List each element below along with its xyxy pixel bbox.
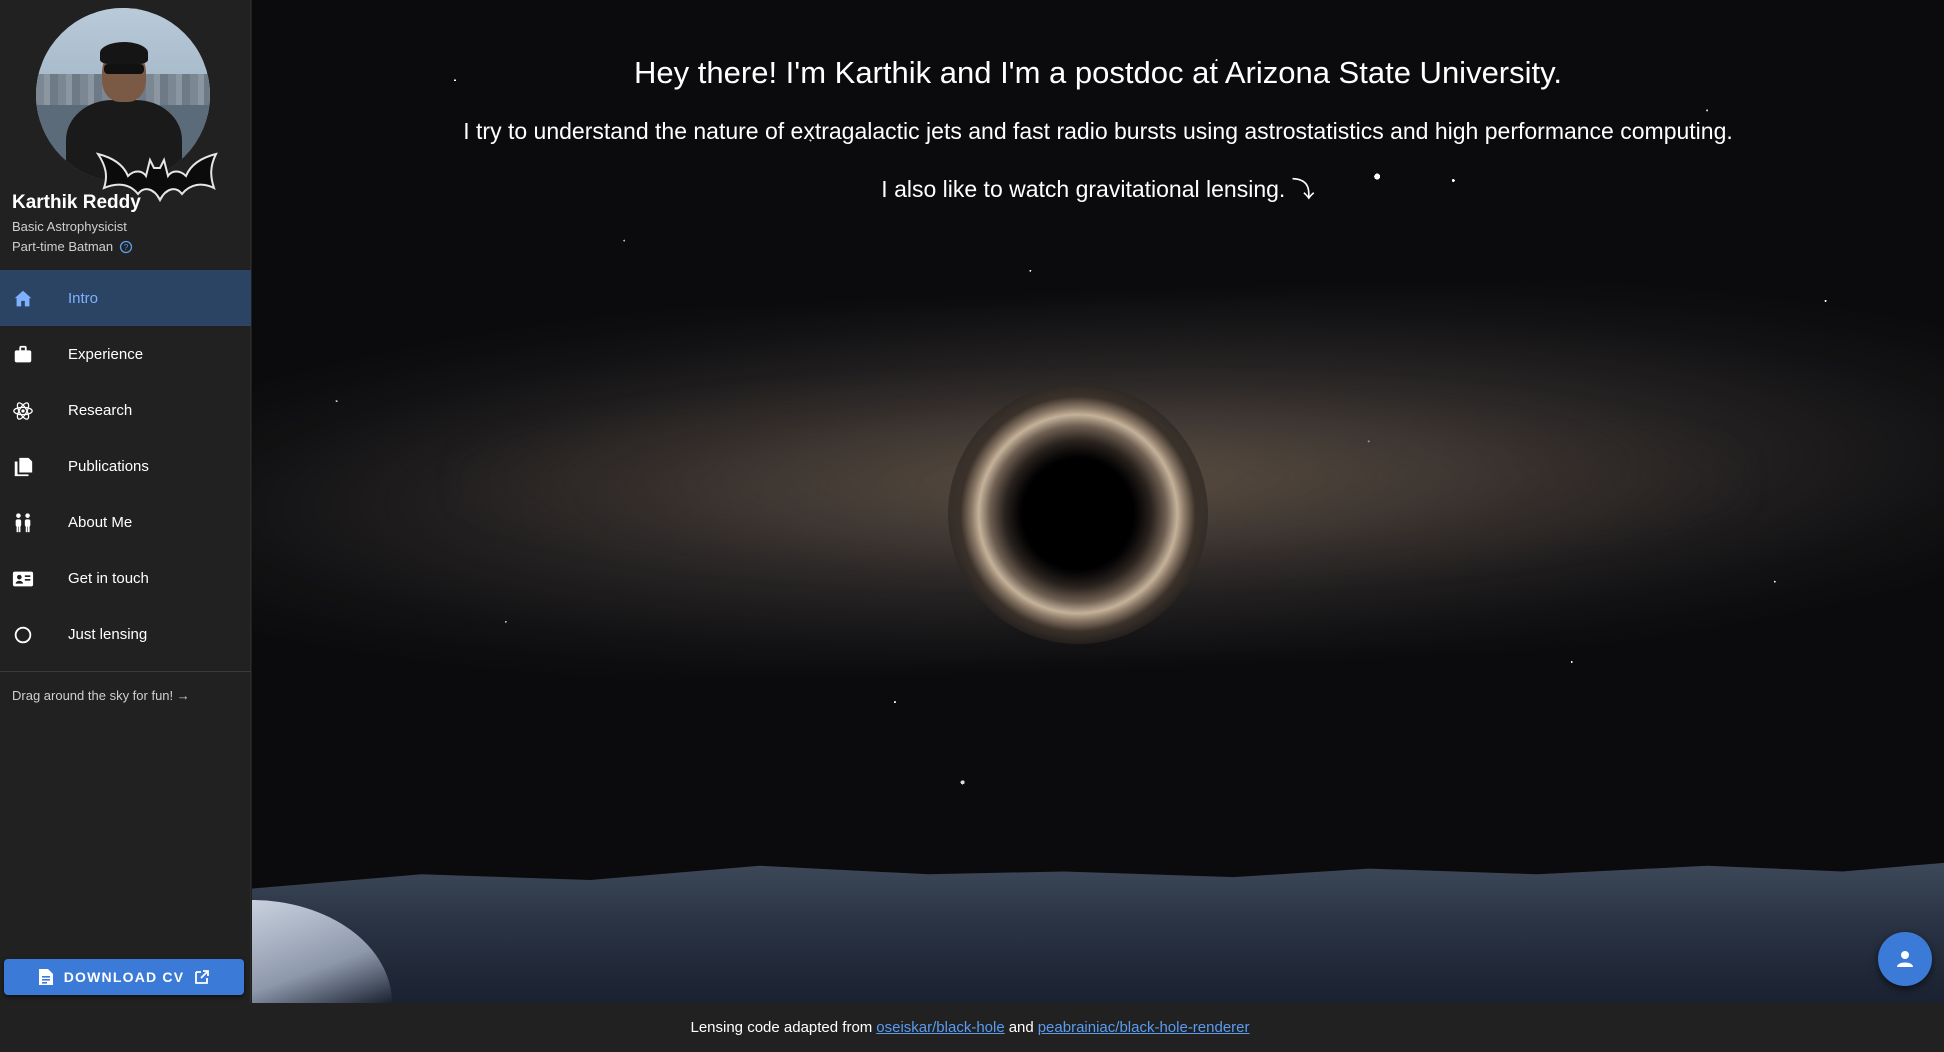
hero-line-lensing: I also like to watch gravitational lensi… xyxy=(881,176,1315,202)
profile-name: Karthik Reddy xyxy=(12,192,141,213)
download-cv-label: DOWNLOAD CV xyxy=(63,969,185,985)
profile-role-secondary-label: Part-time Batman xyxy=(12,239,114,254)
footer-link-peabrainiac[interactable]: peabrainiac/black-hole-renderer xyxy=(1038,1019,1250,1036)
sidebar-item-publications[interactable]: Publications xyxy=(0,438,251,494)
people-icon xyxy=(15,513,31,533)
sidebar-item-label: Research xyxy=(68,401,133,419)
profile-avatar xyxy=(36,8,218,202)
open-external-icon xyxy=(195,970,210,984)
drag-hint: Drag around the sky for fun! → xyxy=(12,688,190,703)
sidebar-nav: Intro Experience Research Publications A… xyxy=(0,270,251,662)
sidebar-item-research[interactable]: Research xyxy=(0,382,251,438)
sidebar: Karthik Reddy Basic Astrophysicist Part-… xyxy=(0,0,251,1003)
black-hole-lens xyxy=(948,384,1208,644)
sidebar-item-label: Intro xyxy=(68,289,99,307)
sidebar-item-label: Get in touch xyxy=(68,569,149,587)
sidebar-divider xyxy=(0,671,251,672)
briefcase-icon xyxy=(14,345,32,363)
sidebar-item-label: Just lensing xyxy=(68,625,148,643)
sidebar-item-experience[interactable]: Experience xyxy=(0,326,251,382)
lensing-sky-canvas[interactable]: Hey there! I'm Karthik and I'm a postdoc… xyxy=(252,0,1944,1003)
footer-link-oseiskar[interactable]: oseiskar/black-hole xyxy=(876,1019,1004,1036)
sidebar-item-just-lensing[interactable]: Just lensing xyxy=(0,606,251,662)
contact-fab-button[interactable] xyxy=(1878,932,1932,986)
help-icon[interactable]: ? xyxy=(119,240,133,254)
sidebar-item-label: Experience xyxy=(68,345,144,363)
hero-line-research: I try to understand the nature of extrag… xyxy=(463,118,1733,144)
document-icon xyxy=(38,969,53,985)
profile-role: Basic Astrophysicist xyxy=(12,219,127,234)
footer-prefix: Lensing code adapted from xyxy=(690,1019,873,1036)
person-icon xyxy=(1897,951,1913,967)
download-cv-button[interactable]: DOWNLOAD CV xyxy=(4,959,244,995)
footer-middle: and xyxy=(1008,1019,1034,1036)
circle-icon xyxy=(14,626,32,644)
home-icon xyxy=(14,290,32,307)
landscape-ground xyxy=(252,862,1944,1003)
sidebar-item-label: About Me xyxy=(68,513,133,531)
sidebar-item-intro[interactable]: Intro xyxy=(0,270,251,326)
svg-text:?: ? xyxy=(124,243,129,252)
documents-icon xyxy=(14,457,33,477)
sidebar-item-label: Publications xyxy=(68,457,149,475)
sidebar-item-about-me[interactable]: About Me xyxy=(0,494,251,550)
profile-role-secondary: Part-time Batman ? xyxy=(12,239,133,254)
footer: Lensing code adapted from oseiskar/black… xyxy=(0,1003,1944,1052)
sidebar-item-get-in-touch[interactable]: Get in touch xyxy=(0,550,251,606)
hero-heading: Hey there! I'm Karthik and I'm a postdoc… xyxy=(634,55,1562,90)
atom-icon xyxy=(13,402,33,420)
contact-card-icon xyxy=(12,571,34,587)
